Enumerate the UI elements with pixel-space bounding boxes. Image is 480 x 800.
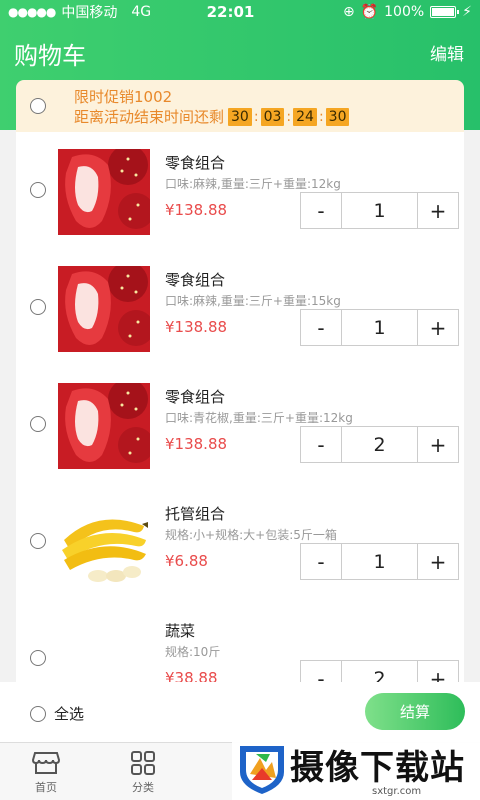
countdown-days: 30 (228, 107, 252, 126)
promo-banner: 限时促销1002 距离活动结束时间还剩 30 : 03 : 24 : 30 (16, 80, 464, 132)
countdown-seconds: 30 (325, 107, 350, 126)
item-checkbox[interactable] (30, 650, 46, 666)
quantity-stepper: - 1 + (300, 309, 459, 346)
increase-button[interactable]: + (418, 193, 458, 228)
quantity-stepper: - 2 + (300, 660, 459, 682)
status-time: 22:01 (206, 3, 255, 21)
select-all-checkbox[interactable] (30, 705, 46, 722)
cart-item: 零食组合 口味:麻辣,重量:三斤+重量:12kg ¥138.88 - 1 + (16, 132, 464, 249)
quantity-value[interactable]: 1 (341, 310, 418, 345)
promo-countdown: 距离活动结束时间还剩 30 : 03 : 24 : 30 (74, 106, 350, 127)
product-name: 零食组合 (165, 388, 226, 406)
cart-item: 托管组合 规格:小+规格:大+包装:5斤一箱 ¥6.88 - 1 + (16, 483, 464, 600)
tab-category-label: 分类 (132, 781, 154, 794)
rotation-lock-icon: ⊕ (342, 4, 355, 20)
decrease-button[interactable]: - (301, 193, 341, 228)
status-bar: ●●●●● 中国移动 4G 22:01 ⊕ ⏰ 100% ⚡ (0, 0, 480, 24)
decrease-button[interactable]: - (301, 427, 341, 462)
countdown-separator: : (286, 108, 292, 125)
product-spec: 规格:10斤 (165, 645, 221, 659)
quantity-value[interactable]: 2 (341, 661, 418, 682)
select-all-toggle[interactable]: 全选 (30, 703, 84, 724)
product-image-strawberry (58, 266, 150, 352)
tab-home[interactable]: 首页 (16, 751, 76, 795)
product-image-banana (58, 500, 150, 586)
increase-button[interactable]: + (418, 427, 458, 462)
signal-icon: ●●●●● (8, 5, 56, 19)
increase-button[interactable]: + (418, 310, 458, 345)
countdown-label: 距离活动结束时间还剩 (74, 108, 225, 126)
watermark-logo (240, 746, 284, 794)
decrease-button[interactable]: - (301, 661, 341, 683)
quantity-stepper: - 2 + (300, 426, 459, 463)
checkout-button[interactable]: 结算 (365, 693, 465, 730)
product-name: 蔬菜 (165, 622, 196, 640)
product-spec: 口味:青花椒,重量:三斤+重量:12kg (165, 411, 353, 425)
item-checkbox[interactable] (30, 182, 46, 198)
product-price: ¥6.88 (165, 552, 208, 570)
cart-list: 零食组合 口味:麻辣,重量:三斤+重量:12kg ¥138.88 - 1 + 零… (16, 132, 464, 682)
countdown-separator: : (253, 108, 259, 125)
product-spec: 口味:麻辣,重量:三斤+重量:12kg (165, 177, 341, 191)
cart-item: 零食组合 口味:麻辣,重量:三斤+重量:15kg ¥138.88 - 1 + (16, 249, 464, 366)
increase-button[interactable]: + (418, 661, 458, 683)
charging-icon: ⚡ (462, 4, 472, 20)
countdown-hours: 03 (260, 107, 285, 126)
page-title: 购物车 (14, 42, 86, 70)
product-image-strawberry (58, 149, 150, 235)
cart-item: 蔬菜 规格:10斤 ¥38.88 - 2 + (16, 600, 464, 682)
item-checkbox[interactable] (30, 299, 46, 315)
tab-home-label: 首页 (35, 781, 57, 794)
watermark-text: 摄像下载站 (290, 748, 465, 788)
promo-checkbox[interactable] (30, 98, 46, 114)
product-price: ¥138.88 (165, 201, 228, 219)
cart-item: 零食组合 口味:青花椒,重量:三斤+重量:12kg ¥138.88 - 2 + (16, 366, 464, 483)
edit-button[interactable]: 编辑 (430, 40, 464, 65)
product-name: 零食组合 (165, 154, 226, 172)
select-all-label: 全选 (54, 705, 85, 723)
product-name: 零食组合 (165, 271, 226, 289)
increase-button[interactable]: + (418, 544, 458, 579)
quantity-stepper: - 1 + (300, 192, 459, 229)
countdown-minutes: 24 (293, 107, 317, 126)
product-image-strawberry (58, 383, 150, 469)
countdown-separator: : (318, 108, 324, 125)
product-spec: 口味:麻辣,重量:三斤+重量:15kg (165, 294, 341, 308)
network-label: 4G (131, 4, 152, 20)
product-price: ¥138.88 (165, 318, 228, 336)
checkout-bar: 全选 结算 (0, 682, 480, 742)
shop-icon (32, 752, 60, 774)
item-checkbox[interactable] (30, 533, 46, 549)
product-spec: 规格:小+规格:大+包装:5斤一箱 (165, 528, 337, 542)
alarm-icon: ⏰ (360, 4, 379, 20)
product-price: ¥138.88 (165, 435, 228, 453)
quantity-value[interactable]: 1 (341, 193, 418, 228)
tab-category[interactable]: 分类 (113, 751, 173, 795)
battery-percent: 100% (384, 4, 425, 20)
quantity-value[interactable]: 1 (341, 544, 418, 579)
watermark: 摄像下载站 sxtgr.com (232, 736, 480, 800)
carrier-label: 中国移动 (61, 5, 118, 21)
quantity-stepper: - 1 + (300, 543, 459, 580)
decrease-button[interactable]: - (301, 544, 341, 579)
product-price: ¥38.88 (165, 669, 218, 682)
decrease-button[interactable]: - (301, 310, 341, 345)
product-name: 托管组合 (165, 505, 226, 523)
promo-title: 限时促销1002 (74, 88, 173, 106)
item-checkbox[interactable] (30, 416, 46, 432)
quantity-value[interactable]: 2 (341, 427, 418, 462)
battery-icon (430, 6, 460, 18)
watermark-url: sxtgr.com (372, 786, 422, 797)
grid-icon (131, 751, 155, 775)
